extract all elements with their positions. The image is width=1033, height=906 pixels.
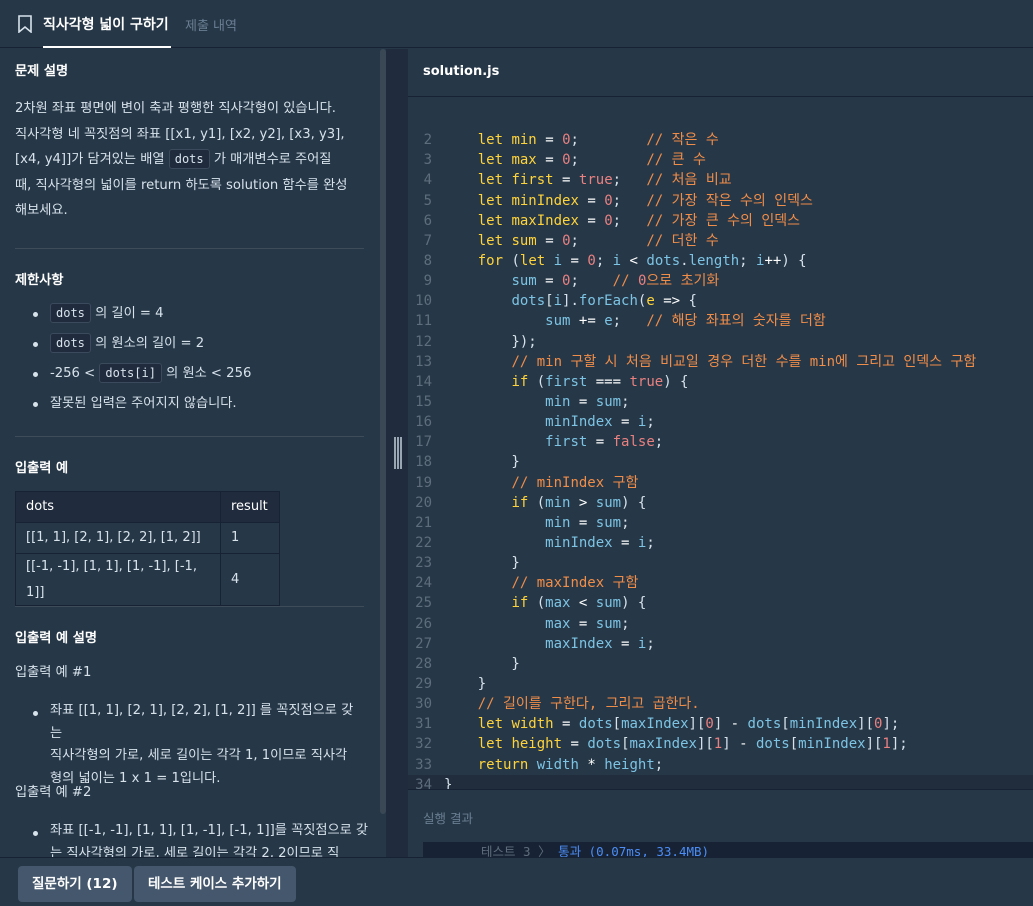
example2-list: 좌표 [[-1, -1], [1, 1], [1, -1], [-1, 1]]를… xyxy=(33,820,368,857)
tab-problem[interactable]: 직사각형 넓이 구하기 xyxy=(43,14,169,34)
ask-question-button[interactable]: 질문하기 (12) xyxy=(18,866,132,902)
section-title-description: 문제 설명 xyxy=(15,64,69,79)
section-title-constraints: 제한사항 xyxy=(15,273,64,288)
section-title-example-explanation: 입출력 예 설명 xyxy=(15,631,97,646)
table-cell: 1 xyxy=(220,522,280,554)
table-cell: 4 xyxy=(220,553,280,606)
problem-description: 문제 설명 2차원 좌표 평면에 변이 축과 평행한 직사각형이 있습니다. 직… xyxy=(0,49,380,857)
pane-splitter[interactable] xyxy=(386,49,408,857)
list-item: -256 < dots[i] 의 원소 < 256 xyxy=(33,361,363,391)
result-title: 실행 결과 xyxy=(423,811,473,826)
table-row: [[1, 1], [2, 1], [2, 2], [1, 2]] 1 xyxy=(15,522,280,554)
divider xyxy=(15,436,364,437)
list-item: 좌표 [[-1, -1], [1, 1], [1, -1], [-1, 1]]를… xyxy=(33,820,368,857)
editor-header: solution.js xyxy=(408,49,1033,97)
list-item: 좌표 [[1, 1], [2, 1], [2, 2], [1, 2]] 를 꼭짓… xyxy=(33,700,363,790)
list-item: 잘못된 입력은 주어지지 않습니다. xyxy=(33,391,363,421)
code-content[interactable]: 2 let min = 0; // 작은 수3 let max = 0; // … xyxy=(408,110,1033,789)
desc-line: 때, 직사각형의 넓이를 return 하도록 solution 함수를 완성 xyxy=(15,177,348,193)
list-item: dots 의 길이 = 4 xyxy=(33,301,363,331)
active-tab-indicator xyxy=(43,46,171,48)
table-row: [[-1, -1], [1, 1], [1, -1], [-1, 1]] 4 xyxy=(15,553,280,606)
description-text: 2차원 좌표 평면에 변이 축과 평행한 직사각형이 있습니다. 직사각형 네 … xyxy=(15,96,370,224)
example-heading: 입출력 예 #2 xyxy=(15,785,92,800)
io-example-table: dots result [[1, 1], [2, 1], [2, 2], [1,… xyxy=(15,491,280,606)
code-editor[interactable]: 2 let min = 0; // 작은 수3 let max = 0; // … xyxy=(408,97,1033,789)
example-heading: 입출력 예 #1 xyxy=(15,665,92,680)
table-cell: [[1, 1], [2, 1], [2, 2], [1, 2]] xyxy=(15,522,221,554)
code-chip-dots: dots xyxy=(168,149,210,169)
example1-list: 좌표 [[1, 1], [2, 1], [2, 2], [1, 2]] 를 꼭짓… xyxy=(33,700,363,790)
desc-line: 2차원 좌표 평면에 변이 축과 평행한 직사각형이 있습니다. xyxy=(15,101,336,116)
table-header: dots xyxy=(15,491,221,523)
add-test-case-button[interactable]: 테스트 케이스 추가하기 xyxy=(134,866,296,902)
section-title-examples: 입출력 예 xyxy=(15,461,69,476)
tab-submissions[interactable]: 제출 내역 xyxy=(185,15,237,34)
table-cell: [[-1, -1], [1, 1], [1, -1], [-1, 1]] xyxy=(15,553,221,606)
divider xyxy=(15,248,364,249)
file-name-tab[interactable]: solution.js xyxy=(423,64,499,79)
desc-line: [x4, y4]]가 담겨있는 배열 dots 가 매개변수로 주어질 xyxy=(15,147,370,173)
desc-line: 직사각형 네 꼭짓점의 좌표 [[x1, y1], [x2, y2], [x3,… xyxy=(15,126,345,142)
list-item: dots 의 원소의 길이 = 2 xyxy=(33,331,363,361)
table-header-row: dots result xyxy=(15,491,280,523)
divider xyxy=(15,606,364,607)
table-header: result xyxy=(220,491,280,523)
bookmark-icon[interactable] xyxy=(18,15,32,33)
top-tab-bar: 직사각형 넓이 구하기 제출 내역 xyxy=(0,0,1033,48)
bottom-action-bar: 질문하기 (12) 테스트 케이스 추가하기 xyxy=(0,857,1033,906)
drag-handle-icon[interactable] xyxy=(394,437,402,469)
constraints-list: dots 의 길이 = 4 dots 의 원소의 길이 = 2 -256 < d… xyxy=(33,301,363,421)
result-panel: 실행 결과 테스트 3 〉 통과 (0.07ms, 33.4MB) xyxy=(408,789,1033,862)
desc-line: 해보세요. xyxy=(15,203,68,218)
